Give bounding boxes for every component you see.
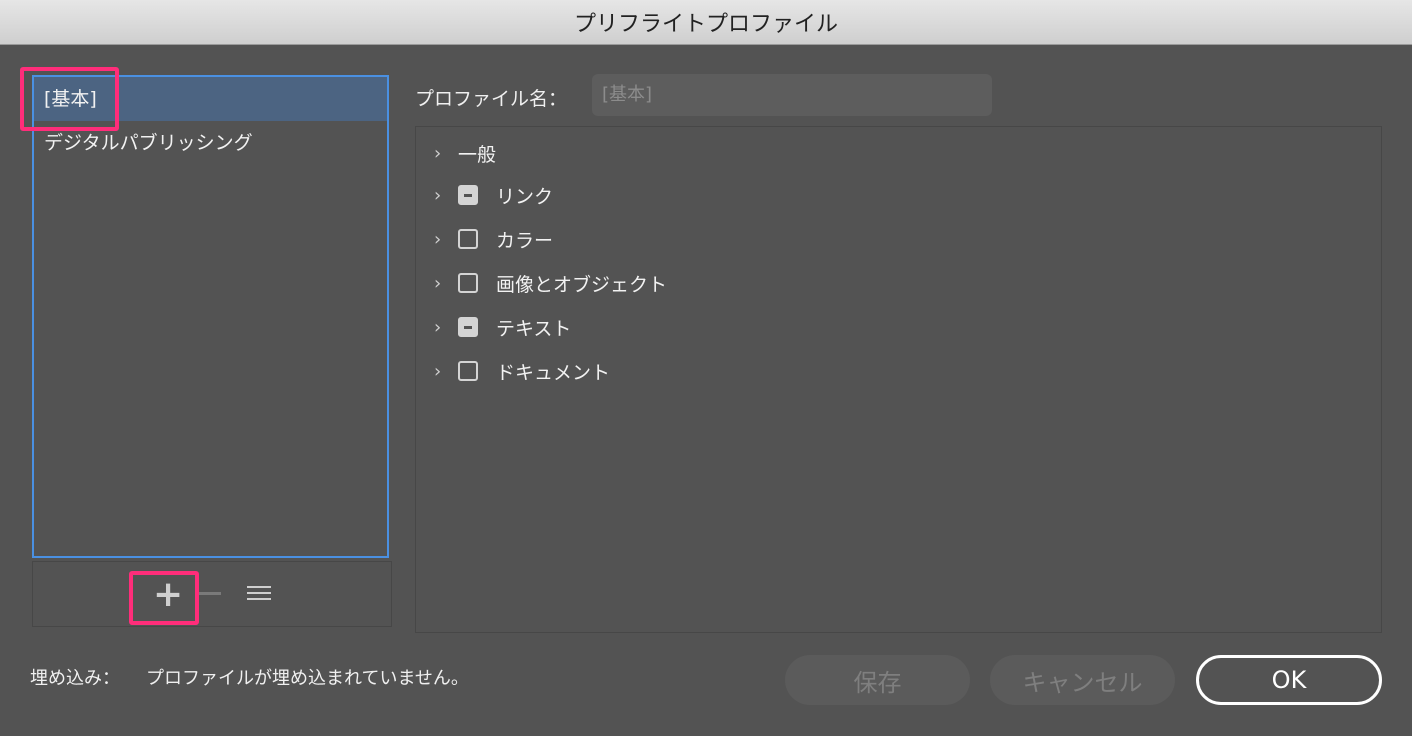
embed-status: プロファイルが埋め込まれていません。 xyxy=(146,668,469,689)
highlight-selected-profile xyxy=(20,67,119,131)
profile-list[interactable]: [基本] デジタルパブリッシング xyxy=(32,75,389,558)
cancel-button[interactable]: キャンセル xyxy=(990,655,1175,705)
menu-icon[interactable] xyxy=(247,586,271,600)
category-tree: › 一般 › リンク › カラー › 画像とオブジェクト › テキスト › ドキ… xyxy=(415,126,1382,633)
chevron-right-icon[interactable]: › xyxy=(434,185,446,206)
tree-row-text[interactable]: › テキスト xyxy=(416,310,571,344)
checkbox-text[interactable] xyxy=(458,317,478,337)
chevron-right-icon[interactable]: › xyxy=(434,361,446,382)
checkbox-images-objects[interactable] xyxy=(458,273,478,293)
tree-row-color[interactable]: › カラー xyxy=(416,222,553,256)
chevron-right-icon[interactable]: › xyxy=(434,143,446,164)
chevron-right-icon[interactable]: › xyxy=(434,229,446,250)
tree-row-general[interactable]: › 一般 xyxy=(416,136,496,170)
profile-name-input[interactable]: [基本] xyxy=(592,74,992,116)
tree-label: 画像とオブジェクト xyxy=(496,273,668,296)
tree-label: ドキュメント xyxy=(496,361,611,384)
tree-label: リンク xyxy=(496,185,554,208)
ok-button[interactable]: OK xyxy=(1196,655,1382,705)
tree-label: 一般 xyxy=(458,143,497,166)
highlight-add-button xyxy=(129,571,199,625)
checkbox-links[interactable] xyxy=(458,185,478,205)
list-toolbar: + xyxy=(32,561,392,627)
profile-name-label: プロファイル名： xyxy=(415,88,568,110)
checkbox-color[interactable] xyxy=(458,229,478,249)
tree-row-images-objects[interactable]: › 画像とオブジェクト xyxy=(416,266,667,300)
window-title: プリフライトプロファイル xyxy=(0,0,1412,45)
minus-icon[interactable] xyxy=(197,592,221,595)
chevron-right-icon[interactable]: › xyxy=(434,317,446,338)
checkbox-document[interactable] xyxy=(458,361,478,381)
tree-label: カラー xyxy=(496,229,554,252)
save-button[interactable]: 保存 xyxy=(785,655,970,705)
tree-row-document[interactable]: › ドキュメント xyxy=(416,354,610,388)
chevron-right-icon[interactable]: › xyxy=(434,273,446,294)
tree-label: テキスト xyxy=(496,317,572,340)
tree-row-links[interactable]: › リンク xyxy=(416,178,553,212)
embed-label: 埋め込み： xyxy=(30,668,120,689)
